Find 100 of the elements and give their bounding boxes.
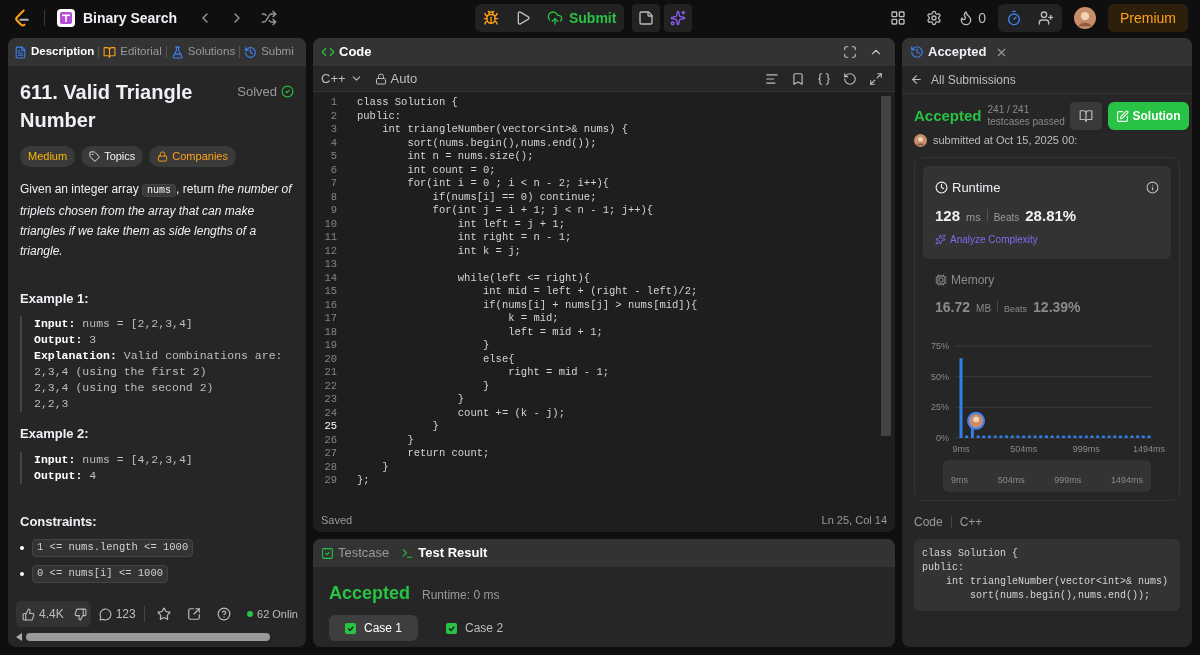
code-line: int left = j + 1; [456,217,565,231]
chart-bar [976,435,980,438]
expand-icon [869,71,883,86]
code-line: right = mid - 1; [507,366,610,380]
problem-description: Given an integer array nums , return the number of triplets chosen from the array that can make triangles if we take them as side lengths of a triangle. [20,180,294,260]
line-number: 4 [329,136,338,150]
avatar [1074,7,1096,29]
code-line: if(nums[i] == 0) continue; [431,190,597,204]
line-number: 25 [323,420,338,434]
line-number: 22 [323,379,338,393]
range-label: 999ms [1054,474,1082,487]
chip-icon [935,273,947,286]
line-number: 24 [323,406,338,420]
line-number: 1 [329,96,338,110]
range-overview[interactable]: 9ms 504ms 999ms 1494ms [943,459,1151,492]
axis-label: 999ms [1072,443,1100,454]
problem-list-button[interactable]: Binary Search [57,8,178,28]
comments-button[interactable]: 123 [98,605,136,623]
lock-icon [374,72,387,85]
tag-icon [89,150,101,162]
edit-icon [1115,109,1129,123]
tag-chip[interactable]: Companies [149,146,236,167]
history-icon [910,45,924,59]
code-line: else{ [482,352,515,366]
constraint-code: 0 <= nums[i] <= 1000 [32,564,169,583]
tag-chip[interactable]: Topics [81,146,144,167]
align-icon [765,71,779,86]
chart-bar [1033,435,1037,438]
axis-label: 0% [936,432,949,443]
code-line: return count; [406,447,490,461]
editorial-button[interactable] [1069,102,1102,130]
code-line: } [431,420,439,434]
cursor-position: Ln 25, Col 14 [821,512,887,528]
share-icon [186,607,201,621]
info-icon[interactable] [1146,180,1159,194]
case-tab[interactable]: Case 2 [430,615,520,641]
line-number: 27 [323,447,338,461]
card-title: Runtime [935,177,1001,197]
sparkle-button[interactable] [664,4,693,32]
chart-bar [988,435,991,438]
vertical-scrollbar[interactable] [881,96,891,436]
code-line: left = mid + 1; [507,325,603,339]
chart-bar [1090,435,1094,438]
bug-icon [482,10,499,26]
axis-label: 9ms [952,443,970,454]
example-heading: Example 1: [20,289,90,308]
premium-button[interactable]: Premium [1108,4,1188,32]
code-line: }; [357,474,370,488]
example-line: 2,3,4 (using the second 2) [34,380,215,396]
code-line: } [381,460,389,474]
line-number: 2 [329,109,338,123]
line-number: 13 [323,258,338,272]
code-line: for(int i = 0 ; i < n - 2; i++){ [406,177,610,191]
panel-tab[interactable]: Test Result [401,543,488,563]
chart-bar [999,435,1003,438]
notes-button[interactable] [632,4,661,32]
code-line: class Solution { [922,546,1018,561]
language-dropdown[interactable]: C++ [321,68,363,89]
chart-bar [1073,435,1077,438]
code-line: int n = nums.size(); [406,150,534,164]
code-line: if(nums[i] + nums[j] > nums[mid]){ [482,298,698,312]
verdict-text: Accepted [914,105,982,126]
line-number: 26 [323,433,338,447]
stopwatch-icon [1006,10,1022,26]
lock-icon [157,150,169,162]
streak-button[interactable]: 0 [958,8,986,28]
line-number: 19 [323,339,338,353]
logo-icon[interactable] [12,8,32,28]
braces-icon [817,71,831,86]
code-line: k = mid; [507,312,559,326]
panel-tab[interactable]: Solutions [170,43,236,61]
panel-tab[interactable]: Accepted [910,42,987,62]
problem-title: 611. Valid Triangle Number [20,80,194,133]
testcases-text: 241 / 241 testcases passed [987,104,1066,128]
chart-bar [1124,435,1128,438]
example-line: Output: 3 [34,332,98,348]
panel-tab[interactable]: Description [14,43,95,61]
code-label: Code [914,513,943,531]
flask-icon [170,45,184,59]
panel-tab[interactable]: Editorial [103,43,162,61]
thumbs-up-icon [22,607,35,621]
check-icon [446,622,458,634]
panel-tab[interactable]: Testcase [321,543,390,563]
tag-chip[interactable]: Medium [20,146,76,167]
chart-bar [1056,435,1060,438]
constraints-heading: Constraints: [20,512,98,531]
memory-value: 16.72 [935,297,971,317]
beats-label: Beats [993,211,1020,225]
case-tab[interactable]: Case 1 [329,615,419,641]
panel-title: Code [321,42,372,62]
code-line: public: [922,560,964,575]
history-icon [244,45,258,59]
back-link[interactable]: All Submissions [902,66,1192,94]
beats-value: 12.39% [1033,297,1081,317]
panel-tab[interactable]: Submi [244,43,294,61]
code-line: int triangleNumber(vector<int>& nums) { [381,123,628,137]
example-line: Input: nums = [4,2,3,4] [34,451,194,468]
settings-icon [926,10,943,26]
scroll-left-icon[interactable] [16,633,22,641]
chart-bar [993,435,997,438]
